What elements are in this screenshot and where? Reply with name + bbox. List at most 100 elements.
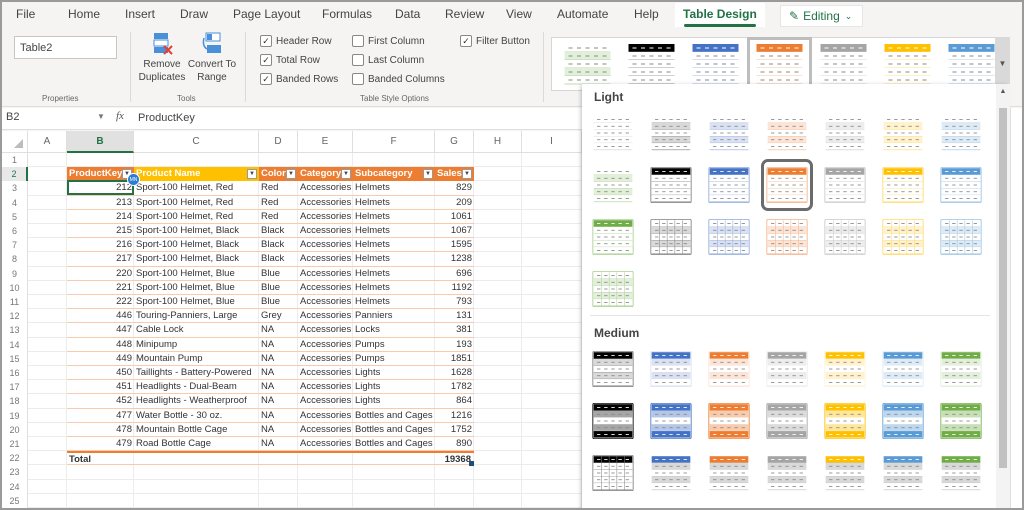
checkmark-icon[interactable]: ✓ bbox=[260, 35, 272, 47]
table-style-light-4[interactable] bbox=[766, 112, 808, 154]
scroll-up-icon[interactable]: ▲ bbox=[996, 88, 1010, 95]
cell-color[interactable]: Red bbox=[259, 196, 298, 210]
cell-product-name[interactable]: Sport-100 Helmet, Red bbox=[134, 181, 259, 195]
cell-subcategory[interactable]: Lights bbox=[353, 380, 435, 394]
cell-color[interactable]: NA bbox=[259, 338, 298, 352]
table-style-light-18[interactable] bbox=[766, 216, 808, 258]
cell-color[interactable]: Blue bbox=[259, 267, 298, 281]
table-style-light-12[interactable] bbox=[824, 164, 866, 206]
cell-sales[interactable]: 864 bbox=[435, 394, 474, 408]
cell-category[interactable]: Accessories bbox=[298, 238, 353, 252]
table-style-medium-6[interactable] bbox=[882, 348, 924, 390]
cell-sales[interactable]: 890 bbox=[435, 437, 474, 451]
filter-dropdown-icon[interactable]: ▼ bbox=[423, 169, 433, 180]
row-header-16[interactable]: 16 bbox=[2, 366, 28, 381]
cell-category[interactable]: Accessories bbox=[298, 366, 353, 380]
panel-scrollbar[interactable]: ▲ bbox=[996, 84, 1010, 508]
cell-subcategory[interactable]: Helmets bbox=[353, 267, 435, 281]
table-resize-handle[interactable] bbox=[469, 461, 474, 467]
filter-dropdown-icon[interactable]: ▼ bbox=[341, 169, 351, 180]
table-style-medium-21[interactable] bbox=[940, 452, 982, 494]
table-style-medium-9[interactable] bbox=[650, 400, 692, 442]
tab-help[interactable]: Help bbox=[634, 7, 659, 21]
cell-subcategory[interactable]: Pumps bbox=[353, 338, 435, 352]
cell-subcategory[interactable]: Locks bbox=[353, 323, 435, 337]
checkbox-filter-button[interactable]: ✓ Filter Button bbox=[460, 35, 530, 47]
table-style-light-2[interactable] bbox=[650, 112, 692, 154]
tab-draw[interactable]: Draw bbox=[180, 7, 208, 21]
column-header-d[interactable]: D bbox=[259, 131, 298, 153]
cell-product-name[interactable]: Sport-100 Helmet, Red bbox=[134, 210, 259, 224]
table-style-light-7[interactable] bbox=[940, 112, 982, 154]
checkbox-last-column[interactable]: Last Column bbox=[352, 54, 424, 66]
header-cell-product-name[interactable]: Product Name bbox=[134, 167, 259, 182]
cell-product-name[interactable]: Cable Lock bbox=[134, 323, 259, 337]
cell-sales[interactable]: 209 bbox=[435, 196, 474, 210]
cell-sales[interactable]: 696 bbox=[435, 267, 474, 281]
cell-product-name[interactable]: Road Bottle Cage bbox=[134, 437, 259, 451]
table-style-black-header[interactable] bbox=[624, 42, 679, 86]
cell-product-key[interactable]: 222 bbox=[67, 295, 134, 309]
cell-subcategory[interactable]: Helmets bbox=[353, 281, 435, 295]
row-header-13[interactable]: 13 bbox=[2, 323, 28, 338]
row-header-19[interactable]: 19 bbox=[2, 408, 28, 423]
cell-product-key[interactable]: 478 bbox=[67, 423, 134, 437]
checkbox-empty[interactable] bbox=[352, 54, 364, 66]
filter-dropdown-icon[interactable]: ▼ bbox=[286, 169, 296, 180]
table-name-input[interactable] bbox=[14, 36, 117, 59]
row-header-6[interactable]: 6 bbox=[2, 224, 28, 239]
table-style-light-21[interactable] bbox=[940, 216, 982, 258]
cell-product-name[interactable]: Sport-100 Helmet, Black bbox=[134, 238, 259, 252]
table-style-light-1[interactable] bbox=[592, 112, 634, 154]
row-header-8[interactable]: 8 bbox=[2, 252, 28, 267]
row-header-9[interactable]: 9 bbox=[2, 266, 28, 281]
row-header-11[interactable]: 11 bbox=[2, 295, 28, 310]
cell-product-name[interactable]: Minipump bbox=[134, 338, 259, 352]
cell-sales[interactable]: 793 bbox=[435, 295, 474, 309]
table-style-medium-5[interactable] bbox=[824, 348, 866, 390]
editing-mode-button[interactable]: ✎ Editing ⌄ bbox=[780, 5, 863, 27]
cell-category[interactable]: Accessories bbox=[298, 267, 353, 281]
cell-color[interactable]: NA bbox=[259, 323, 298, 337]
cell-sales[interactable]: 1061 bbox=[435, 210, 474, 224]
cell-subcategory[interactable]: Helmets bbox=[353, 210, 435, 224]
table-style-medium-11[interactable] bbox=[766, 400, 808, 442]
table-style-blue-header[interactable] bbox=[688, 42, 743, 86]
worksheet-grid[interactable]: A B C D E F G H I 1 2 3 4 5 6 7 8 9 10 11 12 13 14 15 16 17 18 19 20… bbox=[2, 131, 582, 508]
checkbox-first-column[interactable]: First Column bbox=[352, 35, 425, 47]
table-style-medium-10[interactable] bbox=[708, 400, 750, 442]
cell-color[interactable]: NA bbox=[259, 394, 298, 408]
cell-sales[interactable]: 1752 bbox=[435, 423, 474, 437]
cell-product-name[interactable]: Sport-100 Helmet, Black bbox=[134, 224, 259, 238]
cell-category[interactable]: Accessories bbox=[298, 437, 353, 451]
row-header-25[interactable]: 25 bbox=[2, 493, 28, 508]
table-style-medium-16[interactable] bbox=[650, 452, 692, 494]
checkbox-empty[interactable] bbox=[352, 73, 364, 85]
cell-sales[interactable]: 1782 bbox=[435, 380, 474, 394]
table-style-light-5[interactable] bbox=[824, 112, 866, 154]
table-style-light-16[interactable] bbox=[650, 216, 692, 258]
checkbox-banded-rows[interactable]: ✓ Banded Rows bbox=[260, 73, 338, 85]
tab-data[interactable]: Data bbox=[395, 7, 420, 21]
cell-subcategory[interactable]: Helmets bbox=[353, 295, 435, 309]
cell-product-name[interactable]: Mountain Bottle Cage bbox=[134, 423, 259, 437]
cell-sales[interactable]: 1595 bbox=[435, 238, 474, 252]
cell-category[interactable]: Accessories bbox=[298, 352, 353, 366]
cell-sales[interactable]: 1851 bbox=[435, 352, 474, 366]
row-header-12[interactable]: 12 bbox=[2, 309, 28, 324]
cell-color[interactable]: NA bbox=[259, 409, 298, 423]
cell-category[interactable]: Accessories bbox=[298, 309, 353, 323]
function-icon[interactable]: fx bbox=[116, 110, 124, 122]
row-header-20[interactable]: 20 bbox=[2, 422, 28, 437]
table-style-medium-2[interactable] bbox=[650, 348, 692, 390]
table-style-medium-13[interactable] bbox=[882, 400, 924, 442]
table-style-gray-header[interactable] bbox=[816, 42, 871, 86]
cell-category[interactable]: Accessories bbox=[298, 210, 353, 224]
cell-color[interactable]: NA bbox=[259, 423, 298, 437]
gallery-more-button[interactable]: ▼ bbox=[995, 37, 1010, 91]
remove-duplicates-button[interactable]: Remove Duplicates bbox=[138, 32, 186, 84]
cell-subcategory[interactable]: Lights bbox=[353, 366, 435, 380]
column-header-b[interactable]: B bbox=[67, 131, 134, 153]
cell-color[interactable]: NA bbox=[259, 352, 298, 366]
row-header-22[interactable]: 22 bbox=[2, 451, 28, 466]
